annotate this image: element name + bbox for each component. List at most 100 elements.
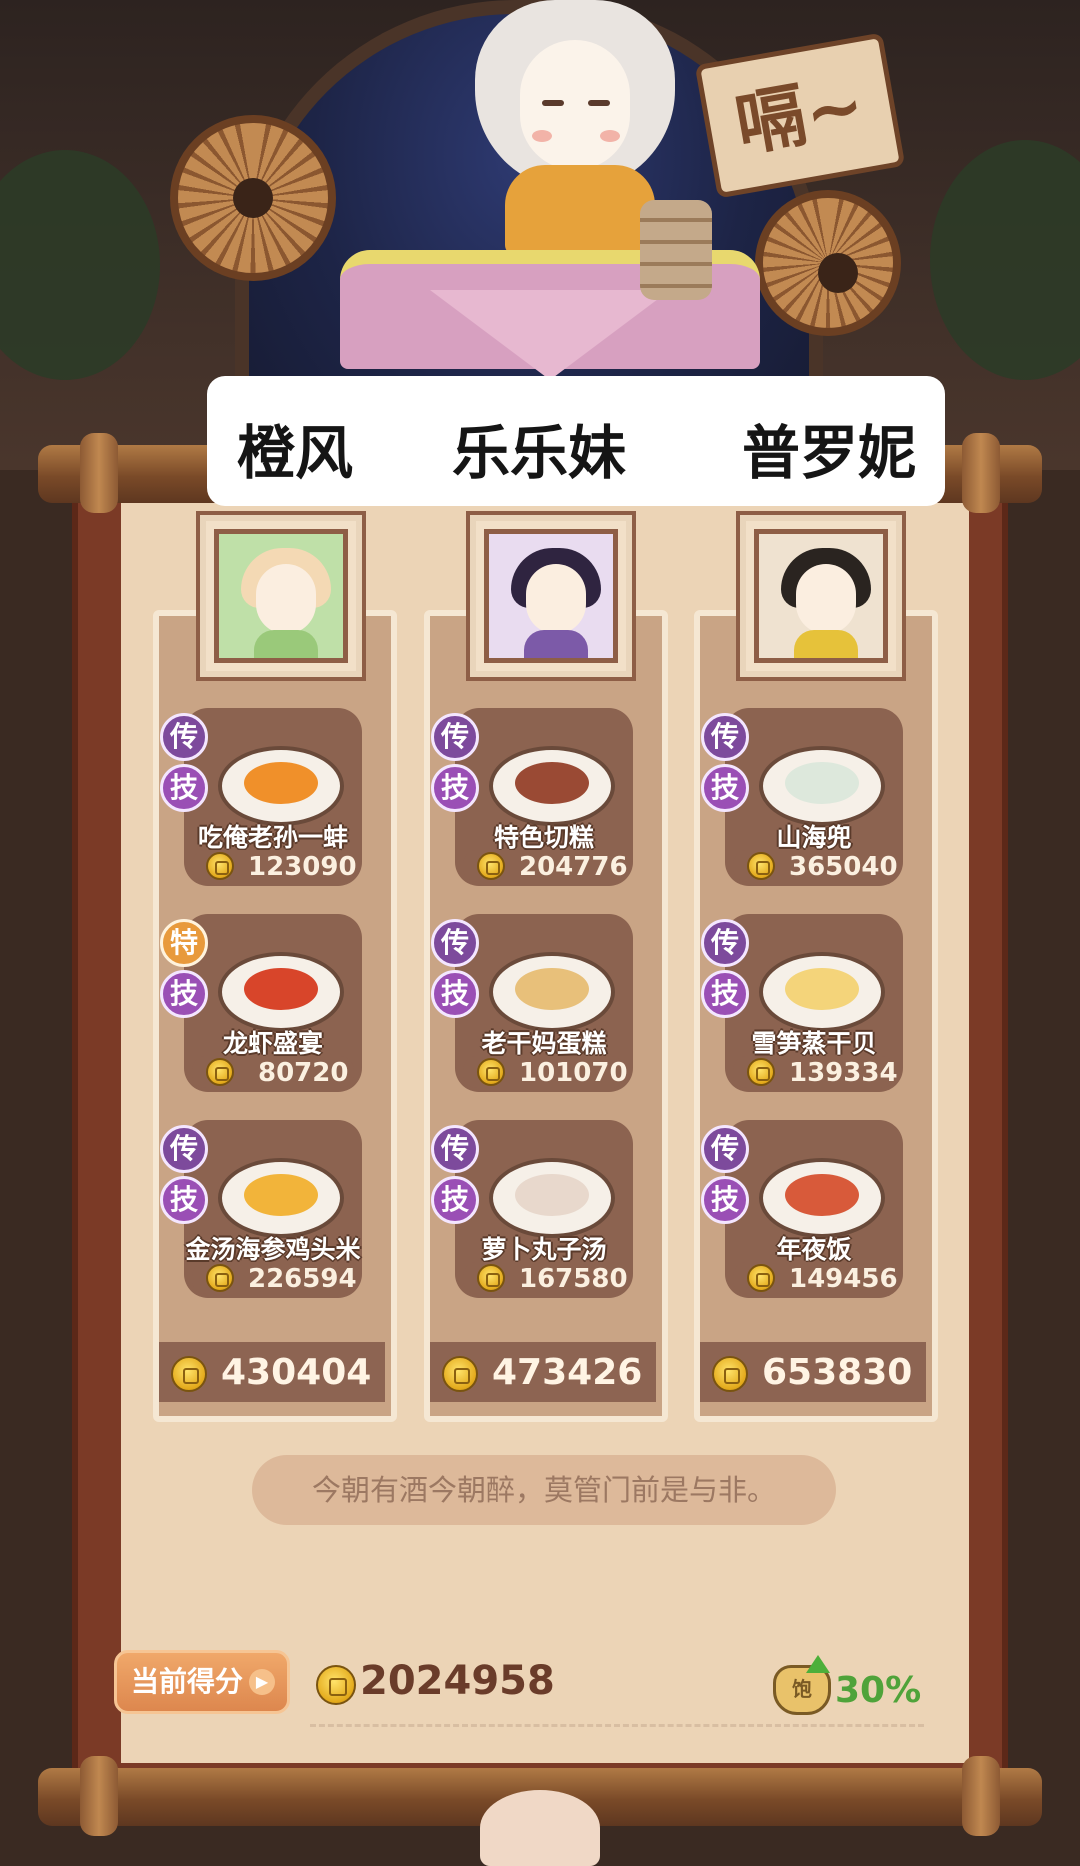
score-divider [310,1724,924,1727]
skill-badge: 技 [160,970,208,1018]
dish-food [515,762,589,804]
dish-price: 123090 [192,850,357,882]
dish-card[interactable]: 金汤海参鸡头米 226594 [184,1120,362,1298]
coin-icon [477,852,505,880]
player-name-banner: 橙风 乐乐妹 普罗妮 [207,376,945,506]
coin-icon [477,1058,505,1086]
dish-price-value: 167580 [519,1264,628,1294]
dish-price-value: 139334 [789,1058,898,1088]
dish-price-value: 101070 [519,1058,628,1088]
play-arrow-icon: ▶ [249,1669,275,1695]
skill-badge: 技 [431,970,479,1018]
chef-portrait[interactable] [740,515,902,677]
left-fan [170,115,336,281]
dish-card[interactable]: 龙虾盛宴 80720 [184,914,362,1092]
coin-icon [171,1356,207,1392]
dish-name: 特色切糕 [493,823,594,852]
avatar-body [794,630,858,658]
chef-portrait[interactable] [200,515,362,677]
dish-card[interactable]: 年夜饭 149456 [725,1120,903,1298]
dish-food [515,968,589,1010]
coin-icon [747,852,775,880]
avatar-body [524,630,588,658]
dish-price-value: 149456 [789,1264,898,1294]
host-eye-left [542,100,564,106]
dish-plate [489,952,615,1032]
coin-icon [477,1264,505,1292]
dish-price: 365040 [733,850,898,882]
avatar-face [526,564,586,634]
coin-icon [712,1356,748,1392]
dish-food [244,968,318,1010]
dish-card[interactable]: 山海兜 365040 [725,708,903,886]
dish-price: 139334 [733,1056,898,1088]
coin-icon [747,1058,775,1086]
host-blush-left [532,130,552,142]
dish-name: 金汤海参鸡头米 [185,1235,361,1264]
coin-icon [206,852,234,880]
scroll-knot [480,1790,600,1866]
rod-cap-left [80,433,118,513]
dish-name: 年夜饭 [776,1235,852,1264]
bonus-percent: 30% [835,1670,922,1711]
dish-plate [759,746,885,826]
dish-name: 雪笋蒸干贝 [751,1029,877,1058]
avatar-body [254,630,318,658]
legend-badge: 传 [701,713,749,761]
coin-icon [747,1264,775,1292]
dish-card[interactable]: 萝卜丸子汤 167580 [455,1120,633,1298]
dish-food [244,1174,318,1216]
dish-name: 吃俺老孙一蚌 [197,823,348,852]
host-eye-right [588,100,610,106]
dish-card[interactable]: 雪笋蒸干贝 139334 [725,914,903,1092]
dish-name: 山海兜 [776,823,852,852]
dish-plate [759,952,885,1032]
legend-badge: 传 [701,1125,749,1173]
skill-badge: 技 [431,1176,479,1224]
dish-plate [218,952,344,1032]
current-score-button[interactable]: 当前得分 ▶ [114,1650,290,1714]
chef-total: 430404 [159,1342,385,1402]
legend-badge: 传 [701,919,749,967]
rod-cap-right [962,433,1000,513]
game-scene: 嗝~ 橙风 乐乐妹 普罗妮 吃俺老孙一蚌 123090 传 技 龙虾盛宴 807… [0,0,1080,1866]
player-name: 普罗妮 [742,419,917,487]
quote-banner: 今朝有酒今朝醉，莫管门前是与非。 [252,1455,836,1525]
right-fan [755,190,901,336]
chef-total: 653830 [700,1342,926,1402]
dish-price-value: 123090 [248,852,357,882]
dish-food [785,762,859,804]
host-blush-right [600,130,620,142]
current-score-label: 当前得分 [131,1665,244,1698]
dish-food [785,968,859,1010]
player-name: 乐乐妹 [452,419,627,487]
dish-price: 101070 [463,1056,628,1088]
coin-icon [442,1356,478,1392]
skill-badge: 技 [160,1176,208,1224]
dish-card[interactable]: 老干妈蛋糕 101070 [455,914,633,1092]
avatar-face [256,564,316,634]
chef-total-value: 653830 [762,1352,913,1393]
dish-plate [759,1158,885,1238]
dish-name: 萝卜丸子汤 [481,1235,607,1264]
chef-avatar [484,529,618,663]
dish-card[interactable]: 吃俺老孙一蚌 123090 [184,708,362,886]
dish-price: 204776 [463,850,628,882]
skill-badge: 技 [701,1176,749,1224]
dish-plate [218,746,344,826]
legend-badge: 传 [431,919,479,967]
host-face [520,40,630,170]
chef-avatar [214,529,348,663]
up-arrow-icon [806,1655,830,1673]
dish-price-value: 204776 [519,852,628,882]
dish-price-value: 365040 [789,852,898,882]
skill-badge: 技 [160,764,208,812]
dish-card[interactable]: 特色切糕 204776 [455,708,633,886]
dish-name: 老干妈蛋糕 [481,1029,607,1058]
dish-price: 167580 [463,1262,628,1294]
chef-total-value: 473426 [492,1352,643,1393]
coin-icon [206,1058,234,1086]
chef-total-value: 430404 [221,1352,372,1393]
chef-portrait[interactable] [470,515,632,677]
coin-icon [316,1665,356,1705]
